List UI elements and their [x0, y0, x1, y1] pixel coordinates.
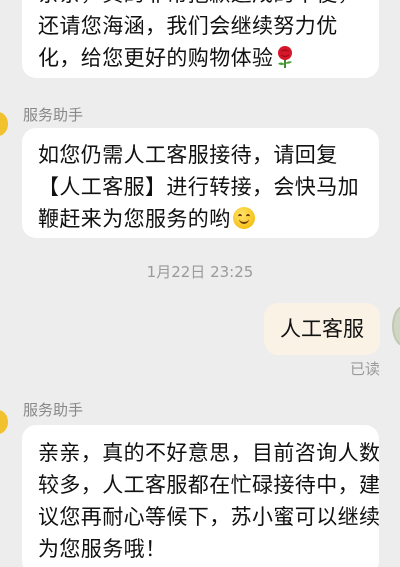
message-line: 亲亲，真的不好意思，目前咨询人数 [38, 441, 379, 465]
message-bubble-1[interactable]: 亲亲，真的非常抱歉造成的不便， 还请您海涵，我们会继续努力优 化，给您更好的购物… [22, 0, 379, 78]
message-line: 较多，人工客服都在忙碌接待中，建 [38, 473, 379, 497]
message-line: 亲亲，真的非常抱歉造成的不便， [38, 0, 363, 10]
message-bubble-2[interactable]: 如您仍需人工客服接待，请回复 【人工客服】进行转接，会快马加 鞭赶来为您服务的哟 [22, 128, 379, 238]
message-bubble-4[interactable]: 亲亲，真的不好意思，目前咨询人数 较多，人工客服都在忙碌接待中，建 议您再耐心等… [22, 425, 379, 567]
message-line: 【人工客服】进行转接，会快马加 [38, 175, 359, 199]
smiling-face-icon [232, 207, 255, 229]
chat-thread[interactable]: 亲亲，真的非常抱歉造成的不便， 还请您海涵，我们会继续努力优 化，给您更好的购物… [0, 0, 400, 567]
sender-name: 服务助手 [23, 106, 84, 124]
message-line: 鞭赶来为您服务的哟 [38, 207, 231, 231]
message-line: 议您再耐心等候下，苏小蜜可以继续 [38, 505, 379, 529]
message-line: 如您仍需人工客服接待，请回复 [38, 143, 338, 167]
message-text: 人工客服 [280, 317, 364, 341]
message-line: 化，给您更好的购物体验 [38, 46, 274, 70]
message-bubble-self[interactable]: 人工客服 [264, 303, 380, 355]
avatar[interactable] [0, 112, 8, 136]
message-line: 为您服务哦！ [38, 537, 167, 561]
message-line: 还请您海涵，我们会继续努力优 [38, 14, 338, 38]
avatar[interactable] [0, 410, 8, 434]
sender-name: 服务助手 [23, 401, 84, 419]
message-line-with-emoji: 化，给您更好的购物体验 [38, 42, 363, 74]
timestamp: 1月22日 23:25 [146, 263, 254, 281]
self-avatar[interactable] [392, 306, 400, 346]
read-status: 已读 [349, 360, 380, 378]
message-line-with-emoji: 鞭赶来为您服务的哟 [38, 203, 363, 235]
rose-icon [278, 46, 293, 68]
